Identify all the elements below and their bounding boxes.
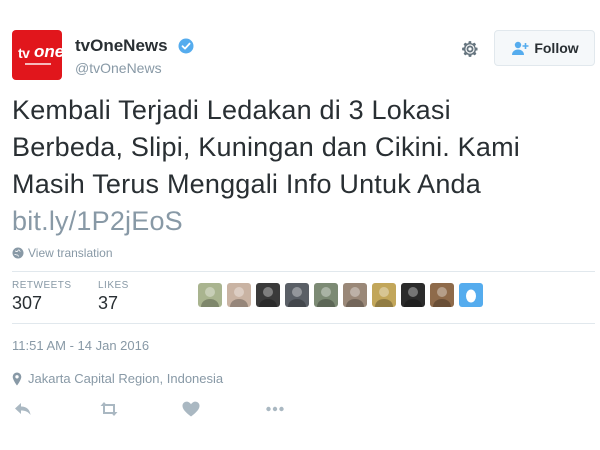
liker-photo (404, 287, 422, 307)
follow-label: Follow (534, 40, 579, 56)
liker-avatar[interactable] (227, 283, 251, 307)
liker-avatar-default[interactable] (459, 283, 483, 307)
liker-avatar[interactable] (198, 283, 222, 307)
reply-icon (15, 403, 31, 415)
likers-avatars (198, 283, 483, 307)
tweet-link[interactable]: bit.ly/1P2jEoS (12, 203, 592, 240)
account-handle[interactable]: @tvOneNews (75, 60, 162, 76)
heart-icon (182, 401, 200, 417)
liker-photo (230, 287, 248, 307)
divider-mid (12, 323, 595, 324)
account-name[interactable]: tvOneNews (75, 36, 168, 56)
gear-icon[interactable] (459, 38, 481, 60)
likes-stat[interactable]: LIKES 37 (98, 280, 129, 314)
tweet-location[interactable]: Jakarta Capital Region, Indonesia (12, 371, 223, 386)
liker-photo (433, 287, 451, 307)
liker-avatar[interactable] (256, 283, 280, 307)
tweet-text: Kembali Terjadi Ledakan di 3 Lokasi Berb… (12, 92, 592, 240)
like-button[interactable] (180, 398, 202, 420)
liker-avatar[interactable] (343, 283, 367, 307)
liker-avatar[interactable] (314, 283, 338, 307)
liker-photo (201, 287, 219, 307)
more-button[interactable] (264, 398, 286, 420)
avatar[interactable]: tv one (12, 30, 62, 80)
liker-photo (259, 287, 277, 307)
liker-avatar[interactable] (401, 283, 425, 307)
retweets-stat[interactable]: RETWEETS 307 (12, 280, 72, 314)
action-bar (12, 398, 312, 420)
divider-top (12, 271, 595, 272)
verified-badge-icon (178, 38, 194, 54)
retweets-count: 307 (12, 293, 43, 313)
location-pin-icon (12, 372, 22, 385)
liker-photo (317, 287, 335, 307)
avatar-logo-underline (25, 63, 51, 65)
liker-photo (375, 287, 393, 307)
add-user-icon (512, 41, 529, 55)
retweet-icon (100, 402, 118, 416)
globe-icon (12, 247, 24, 259)
tweet-timestamp[interactable]: 11:51 AM - 14 Jan 2016 (12, 338, 149, 353)
liker-photo (288, 287, 306, 307)
likes-label: LIKES (98, 280, 129, 291)
location-label: Jakarta Capital Region, Indonesia (28, 371, 224, 386)
follow-button[interactable]: Follow (494, 30, 595, 66)
retweets-label: RETWEETS (12, 280, 72, 291)
egg-icon (466, 289, 476, 302)
liker-avatar[interactable] (430, 283, 454, 307)
likes-count: 37 (98, 293, 119, 313)
reply-button[interactable] (12, 398, 34, 420)
tweet-line-2: Berbeda, Slipi, Kuningan dan Cikini. Kam… (12, 132, 520, 162)
liker-photo (346, 287, 364, 307)
liker-avatar[interactable] (372, 283, 396, 307)
view-translation[interactable]: View translation (12, 246, 113, 260)
avatar-logo-one: one (34, 42, 62, 61)
view-translation-label: View translation (28, 246, 113, 260)
tweet-line-1: Kembali Terjadi Ledakan di 3 Lokasi (12, 95, 451, 125)
tweet-line-3: Masih Terus Menggali Info Untuk Anda (12, 169, 481, 199)
avatar-logo-tv: tv (18, 45, 30, 61)
retweet-button[interactable] (98, 398, 120, 420)
more-icon (266, 406, 284, 412)
liker-avatar[interactable] (285, 283, 309, 307)
